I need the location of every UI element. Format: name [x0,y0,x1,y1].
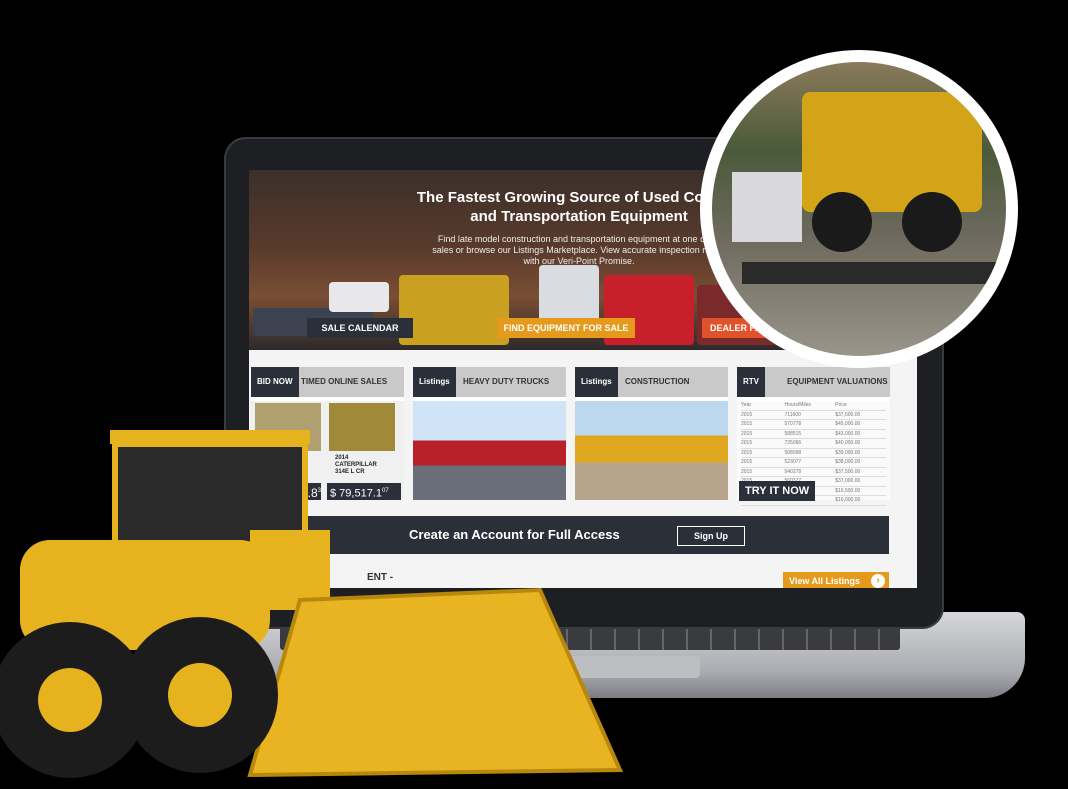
table-row: 2015 523077 $38,000.00 [741,458,886,468]
card-label: TIMED ONLINE SALES [301,377,388,386]
table-cell: $39,000.00 [835,449,861,456]
table-cell: $16,000.00 [835,497,861,503]
card-label: HEAVY DUTY TRUCKS [463,377,550,386]
table-cell: 540278 [784,468,802,475]
trailer-deck [742,262,1002,284]
valuation-table: Year Hours/Miles Price 2015 711600 $37,500.00… [737,401,890,506]
table-cell: 2015 [741,440,753,446]
table-row: 2015 540278 $37,500.00 [741,468,886,477]
card-header: Listings HEAVY DUTY TRUCKS [413,367,566,397]
table-cell: $43,000.00 [835,430,861,437]
table-cell: $45,000.00 [835,421,861,427]
table-cell: Price [835,402,847,408]
wheel-hub-icon [38,668,102,732]
table-row: 2015 725066 $40,000.00 [741,439,886,449]
table-cell: $37,500.00 [835,411,861,418]
card-tag: Listings [575,367,618,397]
table-cell: $37,000.00 [835,478,861,484]
truck-cab-image [329,282,389,312]
tire-icon [902,192,962,252]
table-cell: Hours/Miles [784,402,811,408]
try-it-now-button[interactable]: TRY IT NOW [739,481,816,501]
table-cell: $38,000.00 [835,459,861,465]
grader-image [399,275,509,345]
card-header: Listings CONSTRUCTION [575,367,728,397]
table-cell: 523077 [784,459,802,465]
table-cell: 2015 [741,468,753,475]
table-header-row: Year Hours/Miles Price [741,401,886,411]
table-cell: $40,000.00 [835,440,861,446]
table-cell: 711600 [784,411,801,418]
table-row: 2015 711600 $37,500.00 [741,411,886,420]
card-equipment-valuations[interactable]: RTV EQUIPMENT VALUATIONS Year Hours/Miles… [737,367,890,506]
view-all-listings-button[interactable]: View All Listings › [783,572,889,588]
loader-bucket [247,587,624,778]
tire-icon [812,192,872,252]
table-cell: 2015 [741,459,753,465]
table-cell: $37,500.00 [835,468,861,475]
sale-calendar-button[interactable]: SALE CALENDAR [307,318,413,338]
card-label: EQUIPMENT VALUATIONS [787,377,888,386]
chevron-right-icon: › [871,574,885,588]
table-cell: 508998 [784,449,802,456]
table-cell: $16,500.00 [835,487,861,494]
haul-truck-on-trailer-image [712,62,1006,356]
find-equipment-button[interactable]: FIND EQUIPMENT FOR SALE [497,318,635,338]
wheel-loader-image [0,430,624,778]
table-cell: 588515 [784,430,802,437]
table-cell: 570778 [784,421,802,427]
table-cell: 2015 [741,421,753,427]
sign-up-button[interactable]: Sign Up [677,526,745,546]
card-tag: Listings [413,367,456,397]
table-cell: 2015 [741,449,753,456]
table-cell: Year [741,402,752,408]
table-cell: 2015 [741,411,753,418]
card-header: BID NOW TIMED ONLINE SALES [251,367,404,397]
card-tag: BID NOW [251,367,299,397]
table-row: 2015 588515 $43,000.00 [741,430,886,439]
table-row: 2015 508998 $39,000.00 [741,449,886,458]
card-tag: RTV [737,367,765,397]
truck-cab-image [732,172,802,242]
card-header: RTV EQUIPMENT VALUATIONS [737,367,890,397]
view-all-label: View All Listings [789,576,861,586]
card-label: CONSTRUCTION [625,377,690,386]
table-cell: 2015 [741,430,753,437]
table-cell: 725066 [784,440,802,446]
table-row: 2015 570778 $45,000.00 [741,420,886,430]
wheel-hub-icon [168,663,232,727]
